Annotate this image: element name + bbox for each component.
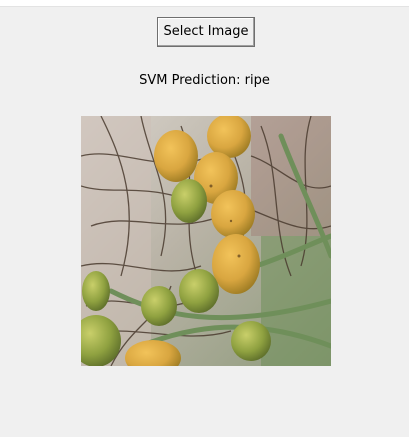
prediction-result-label: SVM Prediction: ripe — [139, 73, 270, 88]
select-image-button[interactable]: Select Image — [157, 17, 255, 47]
fruit-photo-illustration — [81, 116, 331, 366]
window-top-edge — [0, 0, 409, 7]
fruit-image — [81, 116, 331, 366]
